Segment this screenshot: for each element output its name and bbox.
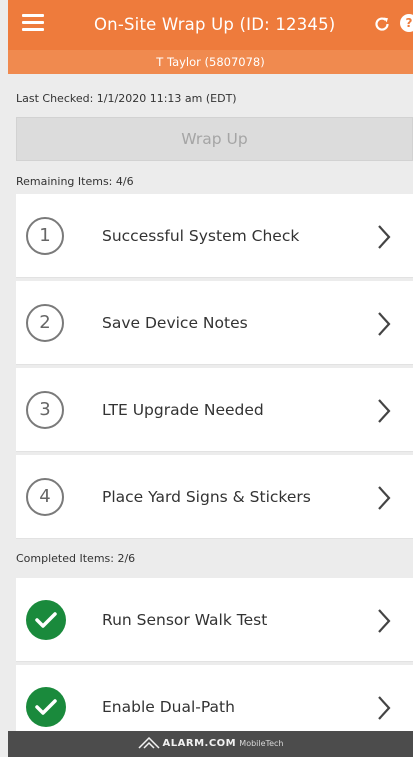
step-number-circle: 1 <box>26 217 64 255</box>
footer-brand-bar: ALARM.COM MobileTech <box>8 731 413 757</box>
checklist-item-successful-system-check[interactable]: 1 Successful System Check <box>16 194 413 278</box>
checklist-item-label: Save Device Notes <box>102 314 248 332</box>
refresh-icon[interactable] <box>373 15 391 33</box>
chevron-right-icon <box>378 609 391 633</box>
chevron-right-icon <box>378 486 391 510</box>
product-name: MobileTech <box>239 739 284 748</box>
checklist-item-label: Place Yard Signs & Stickers <box>102 488 311 506</box>
chevron-right-icon <box>378 312 391 336</box>
checkmark-icon <box>26 600 66 640</box>
checklist-item-save-device-notes[interactable]: 2 Save Device Notes <box>16 281 413 365</box>
checklist-item-lte-upgrade-needed[interactable]: 3 LTE Upgrade Needed <box>16 368 413 452</box>
page-title: On-Site Wrap Up (ID: 12345) <box>94 15 336 34</box>
help-icon[interactable]: ? <box>400 14 413 32</box>
last-checked-timestamp: Last Checked: 1/1/2020 11:13 am (EDT) <box>16 92 237 105</box>
checklist-item-place-yard-signs[interactable]: 4 Place Yard Signs & Stickers <box>16 455 413 539</box>
completed-items-label: Completed Items: 2/6 <box>16 552 136 565</box>
hamburger-menu-icon[interactable] <box>22 14 44 32</box>
step-number-circle: 3 <box>26 391 64 429</box>
chevron-right-icon <box>378 399 391 423</box>
checklist-item-label: LTE Upgrade Needed <box>102 401 264 419</box>
step-number-circle: 2 <box>26 304 64 342</box>
technician-name: T Taylor (5807078) <box>8 50 413 74</box>
wrap-up-button[interactable]: Wrap Up <box>16 117 413 161</box>
remaining-items-label: Remaining Items: 4/6 <box>16 175 134 188</box>
alarm-com-logo-icon <box>137 737 160 749</box>
app-header: On-Site Wrap Up (ID: 12345) ? <box>8 0 413 50</box>
checkmark-icon <box>26 687 66 727</box>
brand-name: ALARM.COM <box>162 738 237 749</box>
chevron-right-icon <box>378 225 391 249</box>
checklist-item-label: Successful System Check <box>102 227 300 245</box>
chevron-right-icon <box>378 696 391 720</box>
step-number-circle: 4 <box>26 478 64 516</box>
checklist-item-label: Run Sensor Walk Test <box>102 611 268 629</box>
checklist-item-run-sensor-walk-test[interactable]: Run Sensor Walk Test <box>16 578 413 662</box>
